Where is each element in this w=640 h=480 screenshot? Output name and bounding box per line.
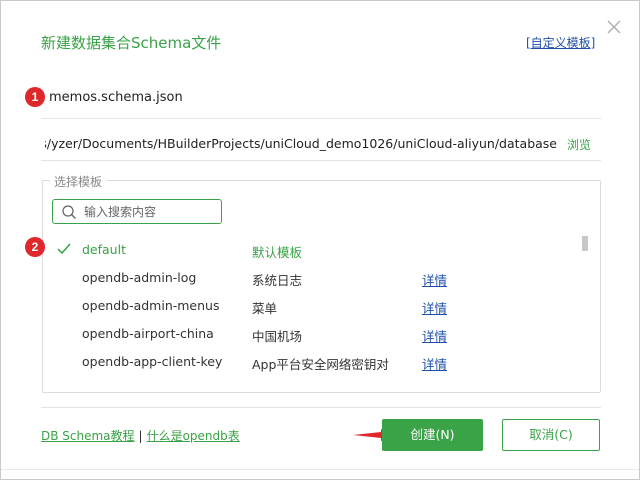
- divider: [41, 160, 601, 161]
- template-detail-link[interactable]: 详情: [422, 354, 447, 373]
- step-badge-1: 1: [25, 87, 45, 107]
- template-name: opendb-admin-menus: [82, 298, 220, 313]
- template-detail-link[interactable]: 详情: [422, 298, 447, 317]
- template-list-scrollbar[interactable]: [582, 236, 588, 251]
- step-badge-2: 2: [25, 237, 45, 257]
- template-description: App平台安全网络密钥对: [252, 357, 389, 372]
- filename-input[interactable]: [49, 87, 589, 109]
- template-detail-link[interactable]: 详情: [422, 326, 447, 345]
- path-field[interactable]: Users/yzer/Documents/HBuilderProjects/un…: [45, 134, 557, 154]
- template-name: opendb-airport-china: [82, 326, 214, 341]
- template-name: opendb-admin-log: [82, 270, 197, 285]
- bottom-divider: [1, 469, 639, 470]
- template-list: default 默认模板 opendb-admin-log 系统日志 详情 op…: [43, 236, 583, 386]
- template-detail-link[interactable]: 详情: [422, 270, 447, 289]
- footer-separator: |: [138, 429, 143, 443]
- divider: [41, 407, 601, 408]
- custom-template-link[interactable]: [自定义模板]: [526, 34, 595, 51]
- dialog-title: 新建数据集合Schema文件: [41, 34, 222, 52]
- template-row[interactable]: opendb-admin-log 系统日志 详情: [43, 264, 583, 292]
- db-schema-tutorial-link[interactable]: DB Schema教程: [41, 429, 135, 443]
- template-search-input[interactable]: [84, 202, 214, 221]
- path-value: Users/yzer/Documents/HBuilderProjects/un…: [45, 136, 557, 151]
- template-row-default[interactable]: default 默认模板: [43, 236, 583, 264]
- divider: [41, 118, 601, 119]
- cancel-button[interactable]: 取消(C): [502, 419, 600, 451]
- template-description: 系统日志: [252, 273, 303, 288]
- template-name: opendb-app-client-key: [82, 354, 223, 369]
- template-group-legend: 选择模板: [50, 173, 107, 190]
- create-button[interactable]: 创建(N): [382, 419, 483, 451]
- footer-links: DB Schema教程 | 什么是opendb表: [41, 427, 240, 444]
- new-schema-dialog: 新建数据集合Schema文件 [自定义模板] 1 Users/yzer/Docu…: [0, 0, 640, 480]
- template-row[interactable]: opendb-airport-china 中国机场 详情: [43, 320, 583, 348]
- what-is-opendb-link[interactable]: 什么是opendb表: [147, 429, 240, 443]
- template-search-box[interactable]: [52, 199, 222, 224]
- template-row[interactable]: opendb-app-client-key App平台安全网络密钥对 详情: [43, 348, 583, 376]
- template-row[interactable]: opendb-admin-menus 菜单 详情: [43, 292, 583, 320]
- template-description: 默认模板: [252, 245, 303, 260]
- close-icon[interactable]: [605, 18, 623, 36]
- browse-button[interactable]: 浏览: [567, 136, 591, 153]
- check-icon: [57, 243, 71, 255]
- template-name: default: [82, 242, 126, 257]
- template-description: 中国机场: [252, 329, 303, 344]
- template-description: 菜单: [252, 301, 278, 316]
- search-icon: [62, 205, 76, 219]
